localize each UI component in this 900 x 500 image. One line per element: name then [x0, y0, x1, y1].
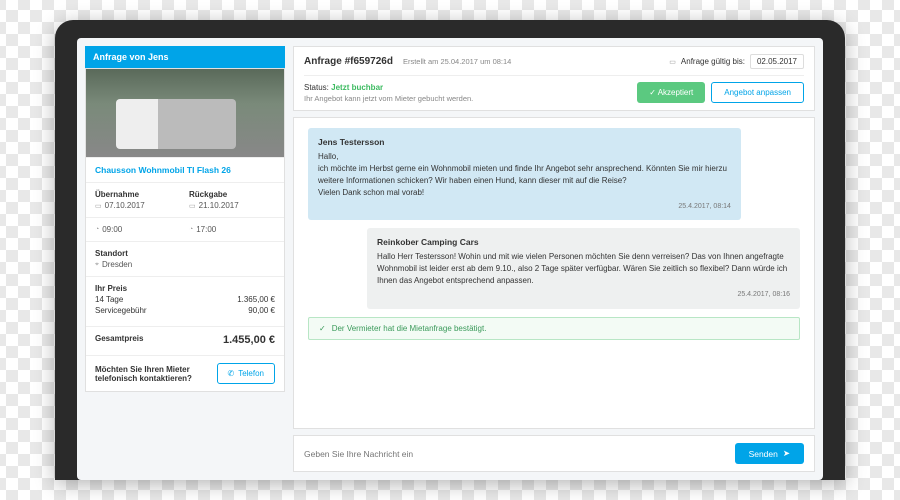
return-label: Rückgabe — [189, 190, 275, 199]
confirmation-banner: ✓ Der Vermieter hat die Mietanfrage best… — [308, 317, 800, 340]
check-icon: ✓ — [319, 324, 326, 333]
return-date: 21.10.2017 — [199, 201, 239, 210]
vehicle-title[interactable]: Chausson Wohnmobil TI Flash 26 — [95, 165, 275, 175]
pickup-date: 07.10.2017 — [105, 201, 145, 210]
message-incoming: Jens Testersson Hallo, ich möchte im Her… — [308, 128, 741, 220]
message-time: 25.4.2017, 08:14 — [318, 202, 731, 213]
sidebar-header: Anfrage von Jens — [85, 46, 285, 68]
location-label: Standort — [95, 249, 275, 258]
days-price: 1.365,00 € — [237, 295, 275, 304]
pickup-label: Übernahme — [95, 190, 181, 199]
request-title: Anfrage #f659726d — [304, 56, 393, 67]
price-label: Ihr Preis — [95, 284, 275, 293]
total-label: Gesamtpreis — [95, 334, 143, 346]
vehicle-image — [86, 69, 284, 157]
fee-price: 90,00 € — [248, 306, 275, 315]
total-price: 1.455,00 € — [223, 334, 275, 346]
fee-label: Servicegebühr — [95, 306, 147, 315]
message-sender: Reinkober Camping Cars — [377, 236, 790, 249]
calendar-icon: ▭ — [189, 202, 196, 210]
contact-question: Möchten Sie Ihren Mieter telefonisch kon… — [95, 365, 209, 383]
message-body: Hallo Herr Testersson! Wohin und mit wie… — [377, 251, 790, 287]
phone-icon: ✆ — [228, 369, 235, 378]
clock-icon: ◔ — [189, 226, 193, 233]
message-time: 25.4.2017, 08:16 — [377, 290, 790, 301]
laptop-frame: Anfrage von Jens Chausson Wohnmobil TI F… — [55, 20, 845, 480]
chat-thread[interactable]: Jens Testersson Hallo, ich möchte im Her… — [293, 117, 815, 429]
app-screen: Anfrage von Jens Chausson Wohnmobil TI F… — [77, 38, 823, 480]
message-body: Hallo, ich möchte im Herbst gerne ein Wo… — [318, 151, 731, 199]
pin-icon: ⌖ — [95, 261, 99, 269]
return-time: 17:00 — [196, 225, 216, 234]
valid-until: ▭ Anfrage gültig bis: 02.05.2017 — [669, 54, 804, 69]
calendar-icon: ▭ — [95, 202, 102, 210]
calendar-icon: ▭ — [669, 58, 676, 66]
sidebar-card: Chausson Wohnmobil TI Flash 26 Übernahme… — [85, 68, 285, 392]
sidebar: Anfrage von Jens Chausson Wohnmobil TI F… — [85, 46, 285, 472]
message-outgoing: Reinkober Camping Cars Hallo Herr Tester… — [367, 228, 800, 308]
message-sender: Jens Testersson — [318, 136, 731, 149]
message-input[interactable] — [304, 449, 727, 459]
pickup-time: 09:00 — [102, 225, 122, 234]
send-icon: ➤ — [783, 448, 790, 459]
status-value: Jetzt buchbar — [331, 83, 383, 92]
accept-button[interactable]: ✓ Akzeptiert — [637, 82, 705, 103]
status-sub: Ihr Angebot kann jetzt vom Mieter gebuch… — [304, 94, 473, 103]
status-line: Status: Jetzt buchbar — [304, 83, 473, 92]
check-icon: ✓ — [649, 88, 657, 97]
created-at: Erstellt am 25.04.2017 um 08:14 — [403, 57, 511, 66]
valid-date: 02.05.2017 — [750, 54, 804, 69]
request-header: Anfrage #f659726d Erstellt am 25.04.2017… — [293, 46, 815, 111]
main-panel: Anfrage #f659726d Erstellt am 25.04.2017… — [293, 46, 815, 472]
adjust-offer-button[interactable]: Angebot anpassen — [711, 82, 804, 103]
message-composer: Senden➤ — [293, 435, 815, 472]
phone-button[interactable]: ✆Telefon — [217, 363, 276, 384]
location: Dresden — [102, 260, 132, 269]
send-button[interactable]: Senden➤ — [735, 443, 804, 464]
clock-icon: ◔ — [95, 226, 99, 233]
days-label: 14 Tage — [95, 295, 123, 304]
